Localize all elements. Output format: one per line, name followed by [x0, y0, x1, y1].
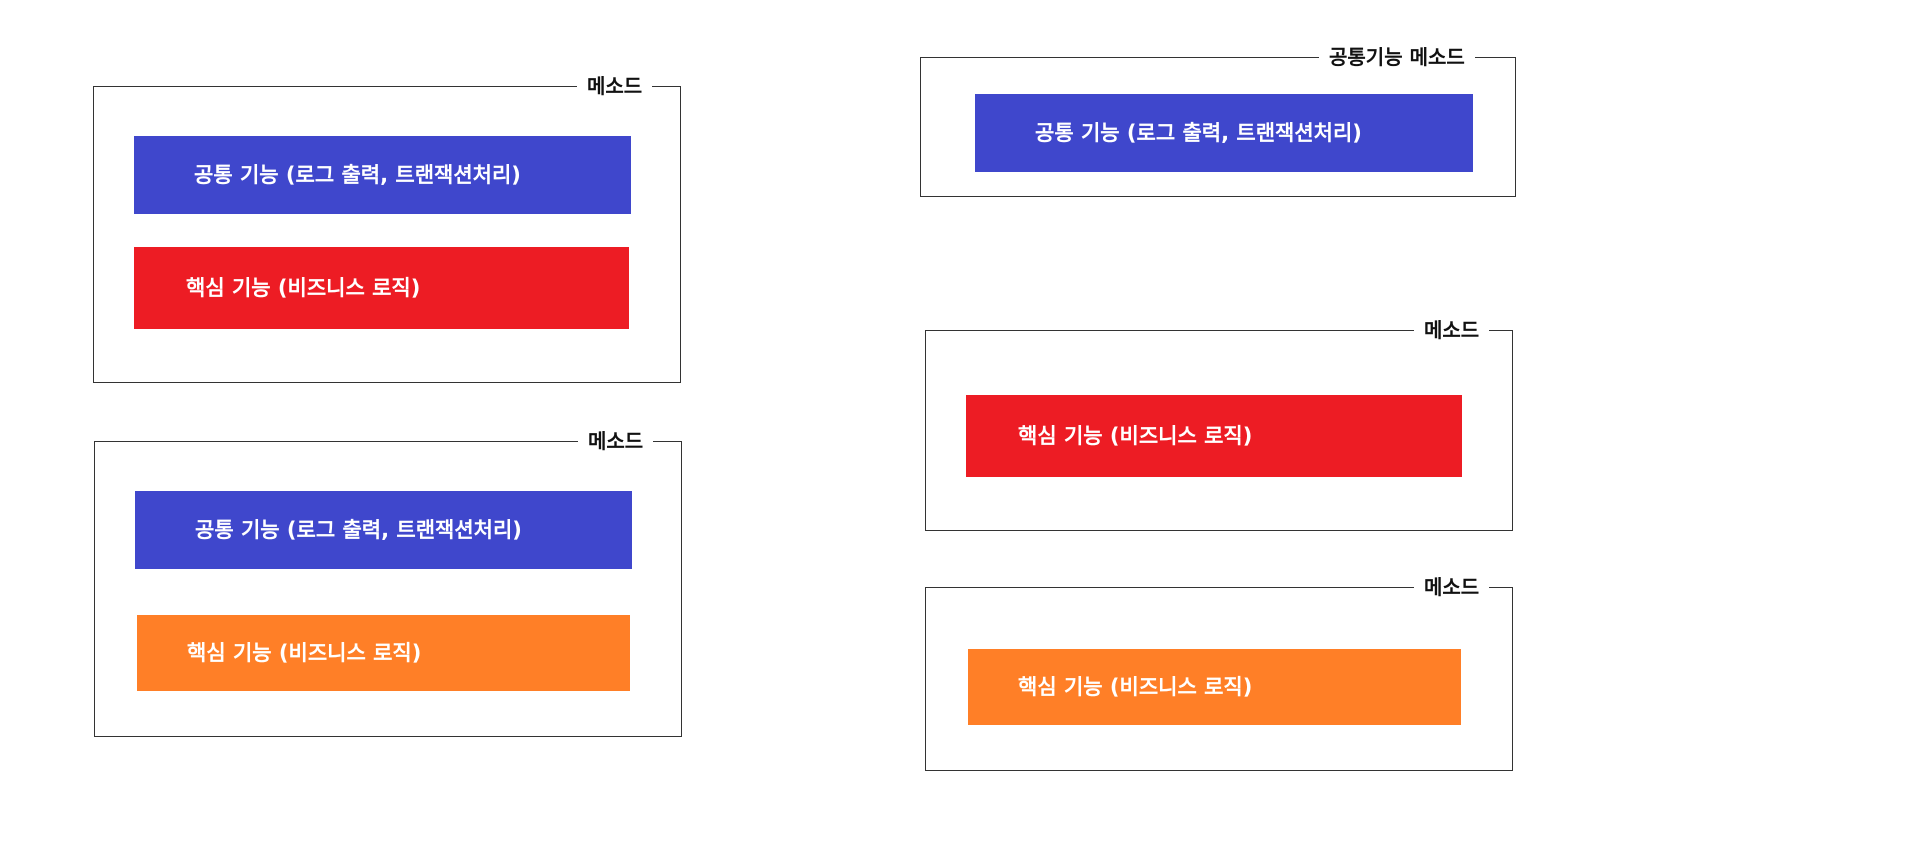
method-frame-4: 메소드 핵심 기능 (비즈니스 로직): [925, 574, 1513, 771]
common-function-block: 공통 기능 (로그 출력, 트랜잭션처리): [134, 136, 631, 214]
method-frame-1: 메소드 공통 기능 (로그 출력, 트랜잭션처리) 핵심 기능 (비즈니스 로직…: [93, 73, 681, 383]
core-function-block: 핵심 기능 (비즈니스 로직): [137, 615, 630, 691]
frame-title: 메소드: [577, 73, 653, 99]
frame-title: 메소드: [1414, 317, 1490, 343]
core-function-block: 핵심 기능 (비즈니스 로직): [134, 247, 629, 329]
core-function-block: 핵심 기능 (비즈니스 로직): [968, 649, 1461, 725]
frame-title: 메소드: [578, 428, 654, 454]
common-function-block: 공통 기능 (로그 출력, 트랜잭션처리): [975, 94, 1473, 172]
method-frame-2: 메소드 공통 기능 (로그 출력, 트랜잭션처리) 핵심 기능 (비즈니스 로직…: [94, 428, 682, 737]
core-function-block: 핵심 기능 (비즈니스 로직): [966, 395, 1462, 477]
method-frame-3: 메소드 핵심 기능 (비즈니스 로직): [925, 317, 1513, 531]
common-method-frame: 공통기능 메소드 공통 기능 (로그 출력, 트랜잭션처리): [920, 44, 1516, 197]
common-function-block: 공통 기능 (로그 출력, 트랜잭션처리): [135, 491, 632, 569]
frame-title: 공통기능 메소드: [1319, 44, 1475, 70]
frame-title: 메소드: [1414, 574, 1490, 600]
